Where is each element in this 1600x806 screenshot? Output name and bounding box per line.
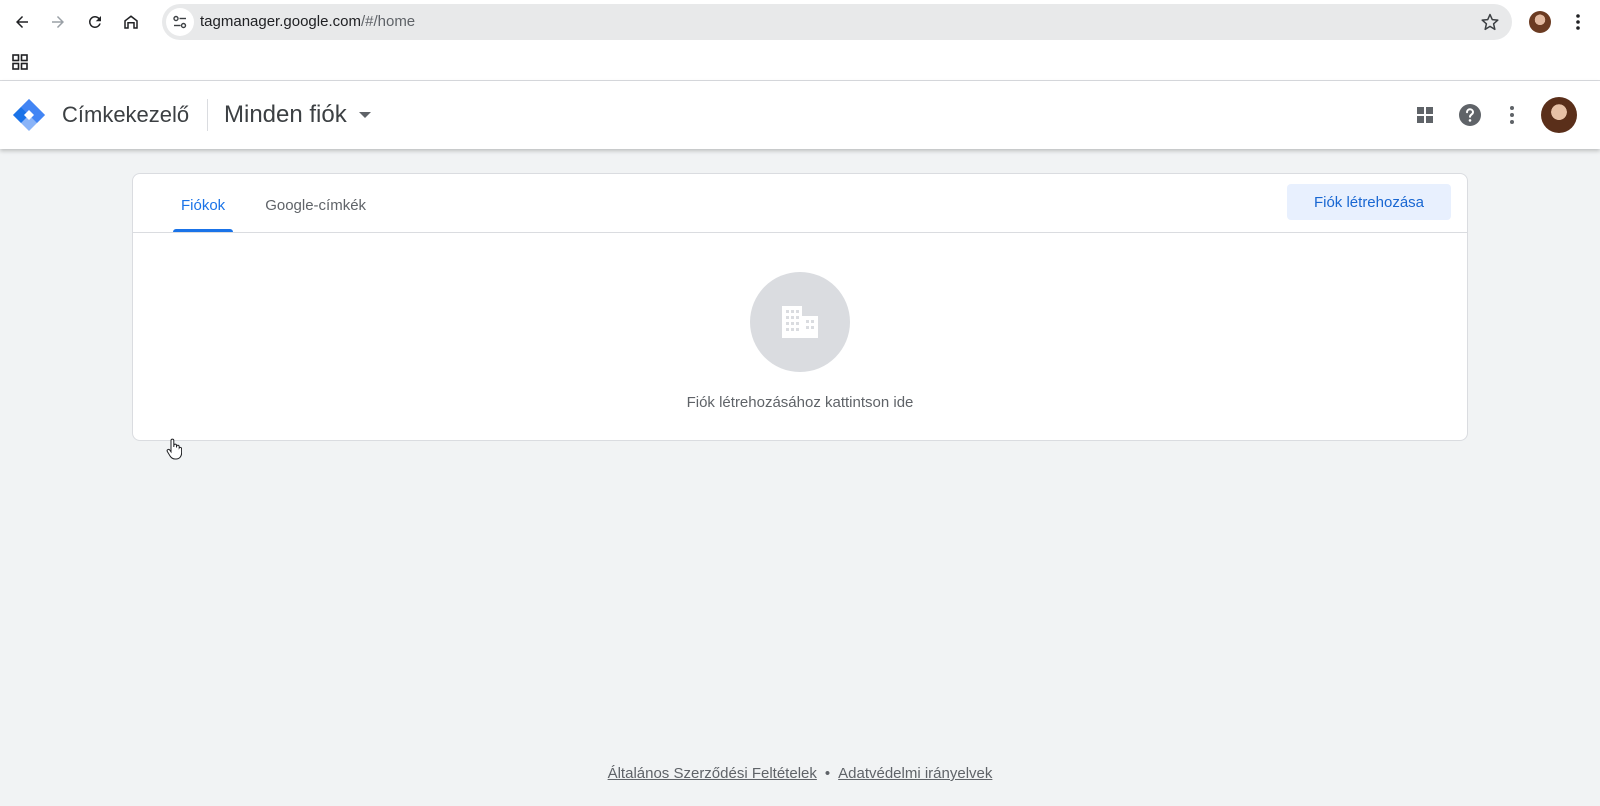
create-account-button[interactable]: Fiók létrehozása bbox=[1287, 184, 1451, 220]
home-icon bbox=[124, 15, 138, 29]
tab-bar: Fiókok Google-címkék bbox=[173, 174, 398, 232]
bookmarks-bar bbox=[0, 44, 1600, 81]
more-options-button[interactable] bbox=[1496, 99, 1528, 131]
product-name[interactable]: Címkekezelő bbox=[62, 81, 189, 149]
url-path: /#/home bbox=[360, 13, 416, 30]
hand-cursor-icon bbox=[166, 438, 182, 460]
footer-separator: • bbox=[824, 765, 831, 782]
app-header: Címkekezelő Minden fiók bbox=[0, 81, 1600, 149]
help-icon bbox=[1459, 104, 1481, 126]
browser-menu-button[interactable] bbox=[1566, 10, 1590, 34]
terms-link[interactable]: Általános Szerződési Feltételek bbox=[608, 765, 817, 782]
empty-state-text[interactable]: Fiók létrehozásához kattintson ide bbox=[687, 394, 914, 411]
reload-icon bbox=[88, 15, 101, 28]
tab-google-tags[interactable]: Google-címkék bbox=[257, 174, 374, 232]
account-switcher-label: Minden fiók bbox=[224, 101, 347, 128]
forward-button[interactable] bbox=[44, 8, 72, 36]
card-divider bbox=[133, 232, 1467, 233]
account-switcher[interactable]: Minden fiók bbox=[224, 81, 371, 149]
home-button[interactable] bbox=[117, 8, 145, 36]
arrow-right-icon bbox=[52, 16, 64, 28]
reload-button[interactable] bbox=[81, 8, 109, 36]
url-host: tagmanager.google.com bbox=[200, 13, 361, 30]
header-divider bbox=[207, 99, 208, 131]
browser-toolbar: tagmanager.google.com/#/home bbox=[0, 0, 1600, 44]
more-vert-icon bbox=[1576, 14, 1580, 30]
url-text: tagmanager.google.com/#/home bbox=[200, 4, 415, 40]
tab-accounts[interactable]: Fiókok bbox=[173, 174, 234, 232]
back-button[interactable] bbox=[8, 8, 36, 36]
apps-icon bbox=[1417, 107, 1433, 123]
empty-state-illustration[interactable] bbox=[750, 272, 850, 372]
accounts-card: Fiókok Google-címkék Fiók létrehozása Fi… bbox=[132, 173, 1468, 441]
account-avatar[interactable] bbox=[1541, 97, 1577, 133]
more-vert-icon bbox=[1510, 106, 1514, 124]
arrow-left-icon bbox=[16, 16, 28, 28]
privacy-link[interactable]: Adatvédelmi irányelvek bbox=[838, 765, 992, 782]
star-icon[interactable] bbox=[1480, 12, 1500, 32]
tag-manager-logo-icon[interactable] bbox=[12, 98, 46, 132]
help-button[interactable] bbox=[1454, 99, 1486, 131]
site-info-button[interactable] bbox=[166, 8, 194, 36]
empty-state: Fiók létrehozásához kattintson ide bbox=[133, 272, 1467, 411]
tune-icon bbox=[173, 15, 187, 29]
apps-grid-icon[interactable] bbox=[10, 52, 30, 72]
address-bar[interactable]: tagmanager.google.com/#/home bbox=[162, 4, 1512, 40]
caret-down-icon bbox=[358, 112, 371, 118]
footer: Általános Szerződési Feltételek • Adatvéde… bbox=[0, 765, 1600, 782]
browser-profile-avatar[interactable] bbox=[1529, 11, 1551, 33]
apps-button[interactable] bbox=[1409, 99, 1441, 131]
building-icon bbox=[782, 306, 818, 338]
